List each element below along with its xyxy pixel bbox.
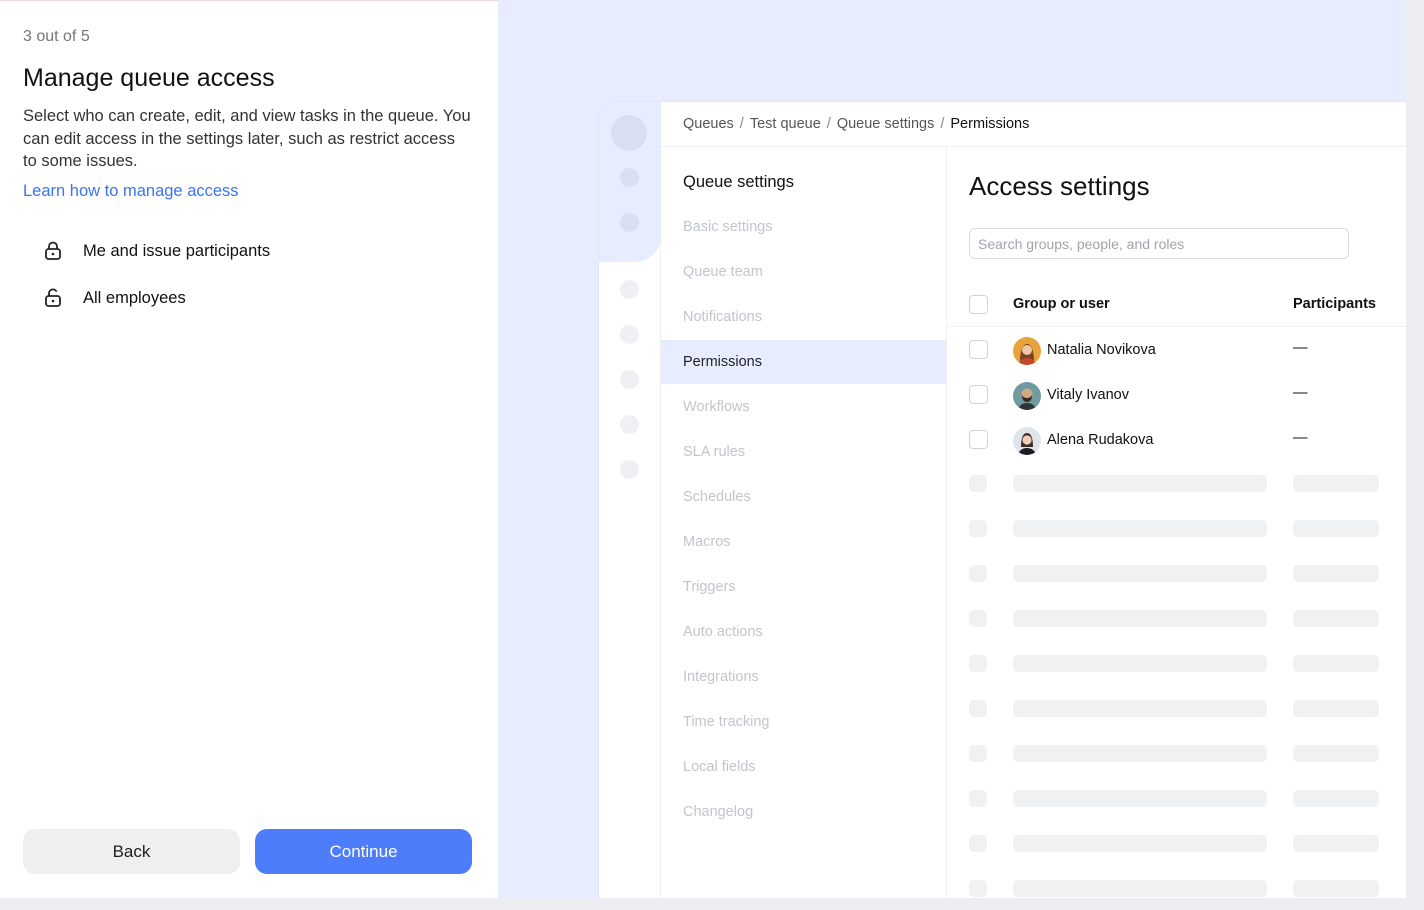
description: Select who can create, edit, and view ta…: [23, 107, 471, 170]
option-label: Me and issue participants: [83, 241, 271, 260]
nav-item-local-fields: Local fields: [683, 759, 756, 775]
skeleton-placeholder: [969, 700, 987, 717]
skeleton-placeholder: [969, 655, 987, 672]
skeleton-placeholder: [1013, 745, 1267, 762]
table-header: Group or user Participants: [947, 283, 1406, 327]
row-checkbox: [969, 430, 988, 449]
settings-nav: Queue settings Basic settings Queue team…: [661, 147, 947, 898]
crumb-queues: Queues: [683, 116, 734, 132]
crumb-permissions: Permissions: [950, 116, 1030, 132]
step-indicator: 3 out of 5: [23, 28, 90, 45]
participants-value: —: [1293, 340, 1308, 356]
nav-item-sla-rules: SLA rules: [683, 444, 746, 460]
skeleton-placeholder: [1013, 700, 1267, 717]
wizard-panel: 3 out of 5 Manage queue access Select wh…: [0, 0, 498, 898]
nav-item-basic-settings: Basic settings: [683, 219, 773, 235]
skeleton-placeholder: [969, 745, 987, 762]
skeleton-placeholder: [1293, 700, 1379, 717]
nav-item-permissions: Permissions: [661, 340, 946, 384]
user-name: Alena Rudakova: [1047, 432, 1154, 448]
rail-icon: [620, 213, 639, 232]
back-button[interactable]: Back: [23, 829, 240, 874]
user-name: Vitaly Ivanov: [1047, 387, 1129, 403]
access-settings: Access settings Group or user Participan…: [947, 147, 1406, 898]
option-all-employees[interactable]: All employees: [40, 287, 186, 309]
row-checkbox: [969, 340, 988, 359]
skeleton-placeholder: [1013, 610, 1267, 627]
search-input: [969, 228, 1349, 259]
learn-access-link[interactable]: Learn how to manage access: [23, 182, 239, 201]
rail-icon: [620, 280, 639, 299]
app-logo-icon: [611, 115, 647, 151]
row-checkbox: [969, 385, 988, 404]
rail-icon: [620, 460, 639, 479]
preview-window: Queues / Test queue / Queue settings / P…: [598, 101, 1406, 898]
skeleton-placeholder: [1293, 655, 1379, 672]
nav-item-queue-team: Queue team: [683, 264, 763, 280]
skeleton-placeholder: [1293, 790, 1379, 807]
select-all-checkbox: [969, 295, 988, 314]
skeleton-placeholder: [969, 880, 987, 897]
table-row: Vitaly Ivanov —: [947, 373, 1406, 418]
participants-value: —: [1293, 385, 1308, 401]
skeleton-placeholder: [1293, 565, 1379, 582]
skeleton-placeholder: [1293, 610, 1379, 627]
skeleton-placeholder: [969, 475, 987, 492]
avatar: [1013, 427, 1041, 455]
skeleton-placeholder: [1293, 835, 1379, 852]
nav-item-changelog: Changelog: [683, 804, 754, 820]
nav-item-auto-actions: Auto actions: [683, 624, 763, 640]
nav-item-time-tracking: Time tracking: [683, 714, 770, 730]
skeleton-placeholder: [1293, 745, 1379, 762]
option-label: All employees: [83, 288, 186, 307]
nav-title: Queue settings: [683, 173, 794, 191]
nav-item-integrations: Integrations: [683, 669, 759, 685]
skeleton-placeholder: [1293, 475, 1379, 492]
skeleton-placeholder: [1013, 790, 1267, 807]
skeleton-placeholder: [1013, 835, 1267, 852]
participants-value: —: [1293, 430, 1308, 446]
option-me-and-participants[interactable]: Me and issue participants: [40, 240, 270, 262]
app-rail: [599, 102, 661, 898]
nav-item-workflows: Workflows: [683, 399, 750, 415]
column-participants: Participants: [1293, 296, 1376, 312]
crumb-queue-settings: Queue settings: [836, 116, 935, 132]
nav-item-notifications: Notifications: [683, 309, 762, 325]
preview-panel: Queues / Test queue / Queue settings / P…: [498, 0, 1406, 898]
rail-icon: [620, 415, 639, 434]
skeleton-placeholder: [969, 610, 987, 627]
skeleton-placeholder: [1013, 655, 1267, 672]
user-name: Natalia Novikova: [1047, 342, 1156, 358]
skeleton-placeholder: [1013, 520, 1267, 537]
lock-open-icon: [40, 287, 66, 309]
breadcrumb: Queues / Test queue / Queue settings / P…: [661, 102, 1406, 147]
skeleton-placeholder: [1013, 565, 1267, 582]
skeleton-placeholder: [1013, 475, 1267, 492]
access-title: Access settings: [969, 171, 1150, 201]
column-group-or-user: Group or user: [1013, 296, 1110, 312]
lock-closed-icon: [40, 240, 66, 262]
rail-icon: [620, 370, 639, 389]
skeleton-placeholder: [1293, 520, 1379, 537]
page: 3 out of 5 Manage queue access Select wh…: [0, 0, 1424, 910]
nav-item-macros: Macros: [683, 534, 731, 550]
avatar: [1013, 337, 1041, 365]
rail-icon: [620, 168, 639, 187]
table-row: Alena Rudakova —: [947, 418, 1406, 463]
continue-button[interactable]: Continue: [255, 829, 472, 874]
skeleton-placeholder: [969, 835, 987, 852]
avatar: [1013, 382, 1041, 410]
rail-icon: [620, 325, 639, 344]
skeleton-placeholder: [1293, 880, 1379, 897]
skeleton-placeholder: [969, 520, 987, 537]
nav-item-schedules: Schedules: [683, 489, 751, 505]
skeleton-placeholder: [1013, 880, 1267, 897]
page-title: Manage queue access: [23, 64, 275, 92]
skeleton-placeholder: [969, 565, 987, 582]
table-row: Natalia Novikova —: [947, 328, 1406, 373]
nav-item-triggers: Triggers: [683, 579, 736, 595]
crumb-test-queue: Test queue: [749, 116, 821, 132]
skeleton-placeholder: [969, 790, 987, 807]
